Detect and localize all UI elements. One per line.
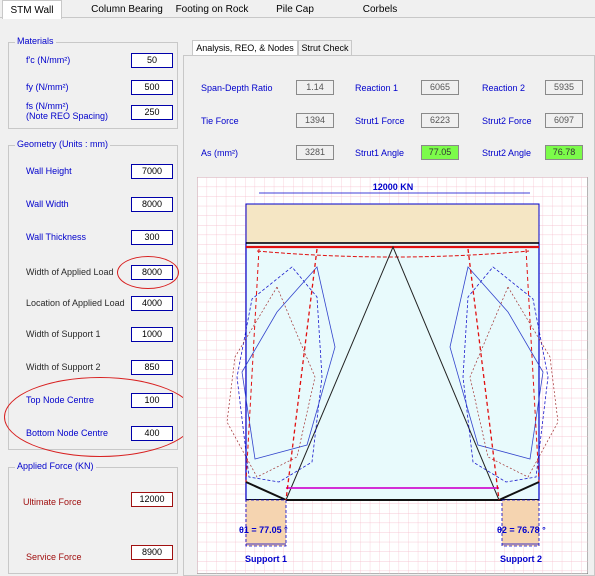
fy-input[interactable]: 500	[131, 80, 173, 95]
wall-outline	[245, 242, 540, 501]
as-label: As (mm²)	[201, 148, 238, 158]
fs-label-line2: (Note REO Spacing)	[26, 111, 109, 121]
wall-height-input[interactable]: 7000	[131, 164, 173, 179]
strut2-angle-label: Strut2 Angle	[482, 148, 532, 158]
span-depth-label: Span-Depth Ratio	[201, 83, 273, 93]
fc-input[interactable]: 50	[131, 53, 173, 68]
tab-corbels[interactable]: Corbels	[356, 2, 404, 18]
support-2-block	[501, 499, 540, 547]
wall-height-label: Wall Height	[26, 166, 72, 176]
support-1-label: Support 1	[245, 554, 287, 564]
service-force-label: Service Force	[26, 552, 82, 562]
reaction1-label: Reaction 1	[355, 83, 399, 93]
applied-force-title: Applied Force (KN)	[15, 461, 96, 471]
geometry-title: Geometry (Units : mm)	[15, 139, 111, 149]
applied-force-group: Applied Force (KN) Ultimate Force 12000 …	[8, 461, 178, 574]
strut1-angle-label: Strut1 Angle	[355, 148, 405, 158]
tab-stm-wall[interactable]: STM Wall	[2, 0, 62, 19]
load-label: 12000 KN	[373, 182, 414, 192]
support2-width-input[interactable]: 850	[131, 360, 173, 375]
strut1-force-label: Strut1 Force	[355, 116, 405, 126]
theta1-label: θ1 = 77.05 °	[239, 525, 288, 535]
tab-footing-on-rock[interactable]: Footing on Rock	[170, 2, 254, 18]
applied-load-location-label: Location of Applied Load	[26, 298, 125, 308]
fs-input[interactable]: 250	[131, 105, 173, 120]
tab-strut-check[interactable]: Strut Check	[298, 40, 352, 55]
applied-load-width-label: Width of Applied Load	[26, 267, 114, 277]
strut2-force-value: 6097	[545, 113, 583, 128]
wall-width-label: Wall Width	[26, 199, 69, 209]
ultimate-force-label: Ultimate Force	[23, 497, 82, 507]
support-2-label: Support 2	[500, 554, 542, 564]
geometry-group: Geometry (Units : mm) Wall Height 7000 W…	[8, 139, 178, 450]
fy-label: fy (N/mm²)	[26, 82, 69, 92]
ultimate-force-input[interactable]: 12000	[131, 492, 173, 507]
reaction1-value: 6065	[421, 80, 459, 95]
bottom-node-centre-label: Bottom Node Centre	[26, 428, 109, 438]
applied-load-block	[245, 203, 540, 244]
strut2-force-label: Strut2 Force	[482, 116, 532, 126]
tie-force-label: Tie Force	[201, 116, 239, 126]
bottom-node-centre-input[interactable]: 400	[131, 426, 173, 441]
theta2-label: θ2 = 76.78 °	[497, 525, 546, 535]
top-node-centre-input[interactable]: 100	[131, 393, 173, 408]
applied-load-location-input[interactable]: 4000	[131, 296, 173, 311]
fc-label: f'c (N/mm²)	[26, 55, 71, 65]
strut-tie-diagram: 12000 KN θ1 = 77.05 ° θ2 = 76.78 ° Suppo…	[197, 177, 588, 574]
service-force-input[interactable]: 8900	[131, 545, 173, 560]
main-tab-bar: STM Wall Column Bearing Footing on Rock …	[0, 0, 595, 19]
applied-load-width-input[interactable]: 8000	[131, 265, 173, 280]
wall-thickness-label: Wall Thickness	[26, 232, 87, 242]
tab-pile-cap[interactable]: Pile Cap	[272, 2, 318, 18]
reaction2-label: Reaction 2	[482, 83, 526, 93]
reaction2-value: 5935	[545, 80, 583, 95]
materials-title: Materials	[15, 36, 56, 46]
support1-width-input[interactable]: 1000	[131, 327, 173, 342]
top-node-centre-label: Top Node Centre	[26, 395, 95, 405]
tie-force-value: 1394	[296, 113, 334, 128]
support2-width-label: Width of Support 2	[26, 362, 101, 372]
wall-thickness-input[interactable]: 300	[131, 230, 173, 245]
support1-width-label: Width of Support 1	[26, 329, 101, 339]
strut1-force-value: 6223	[421, 113, 459, 128]
support-1-block	[245, 499, 287, 547]
strut2-angle-value: 76.78	[545, 145, 583, 160]
tab-analysis-reo-nodes[interactable]: Analysis, REO, & Nodes	[192, 40, 298, 55]
fs-label-line1: fs (N/mm²)	[26, 101, 69, 111]
materials-group: Materials f'c (N/mm²) 50 fy (N/mm²) 500 …	[8, 36, 178, 129]
tab-column-bearing[interactable]: Column Bearing	[88, 2, 166, 18]
strut1-angle-value: 77.05	[421, 145, 459, 160]
fs-label: fs (N/mm²) (Note REO Spacing)	[26, 101, 108, 121]
span-depth-value: 1.14	[296, 80, 334, 95]
as-value: 3281	[296, 145, 334, 160]
wall-width-input[interactable]: 8000	[131, 197, 173, 212]
